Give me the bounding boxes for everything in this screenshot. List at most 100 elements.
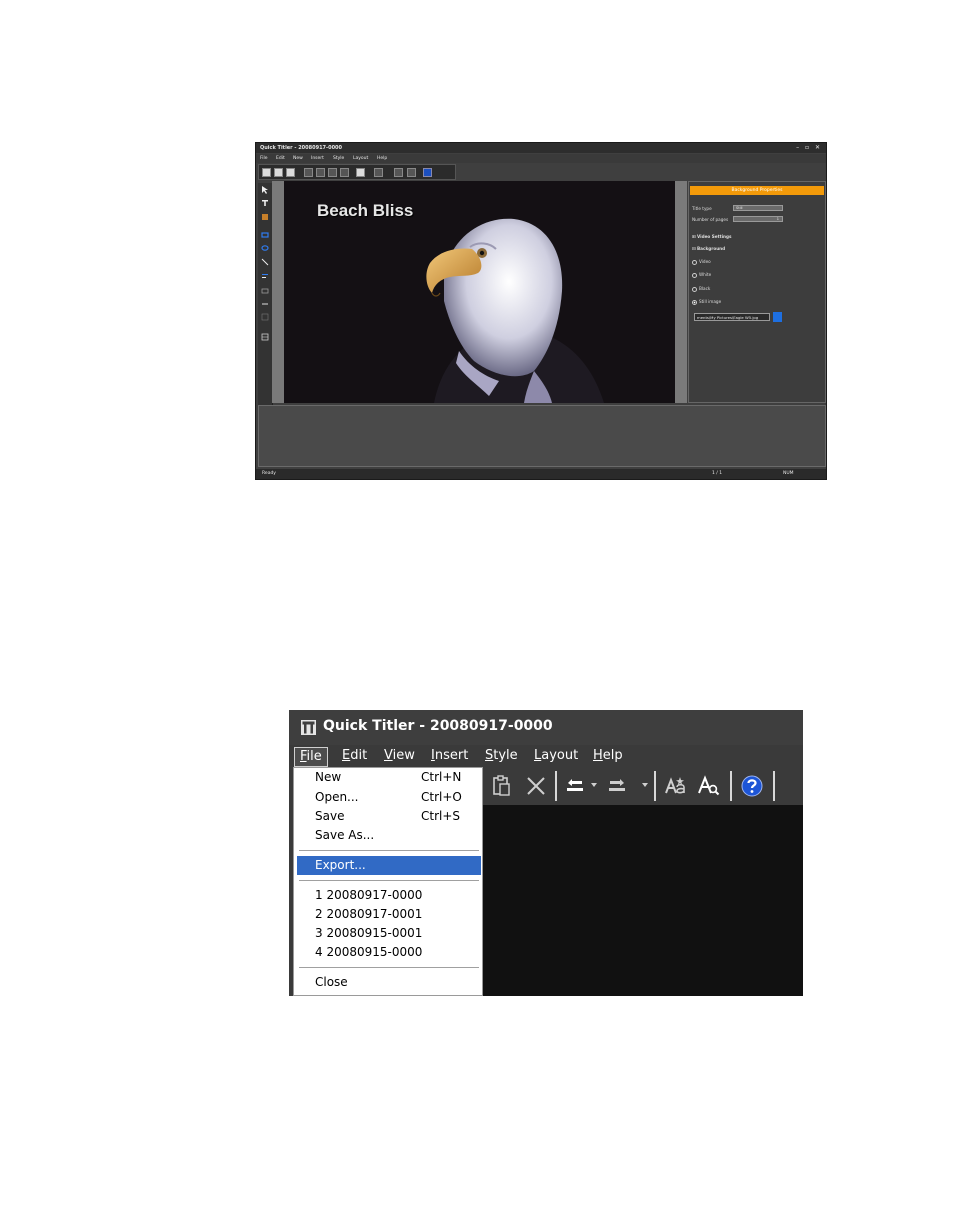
paste-icon[interactable] xyxy=(491,775,513,797)
radio-video[interactable]: Video xyxy=(692,259,711,265)
menu-item-export[interactable]: Export... xyxy=(297,856,481,875)
menu-item-recent-4[interactable]: 4 20080915-0000 xyxy=(297,943,481,962)
image-tool-icon[interactable] xyxy=(261,213,269,221)
find-text-icon[interactable] xyxy=(698,775,720,797)
copy-icon[interactable] xyxy=(316,168,325,177)
radio-white-icon xyxy=(692,272,697,278)
title-bar: Quick Titler - 20080917-0000 xyxy=(289,710,803,745)
radio-black-label: Black xyxy=(699,286,711,291)
title-canvas[interactable]: Beach Bliss xyxy=(284,181,675,403)
canvas-right-margin xyxy=(675,181,687,403)
menu-help-accel: H xyxy=(593,748,603,763)
radio-white-label: White xyxy=(699,272,712,277)
menu-item-open-shortcut: Ctrl+O xyxy=(421,790,462,804)
menu-help[interactable]: Help xyxy=(377,156,387,161)
video-settings-section[interactable]: ⊞ Video Settings xyxy=(692,234,732,239)
menu-new[interactable]: New xyxy=(293,156,303,161)
redo-icon[interactable] xyxy=(374,168,383,177)
transform-tool-icon[interactable] xyxy=(261,287,269,295)
menu-item-export-label: Export... xyxy=(315,858,366,872)
menu-view-accel: V xyxy=(384,748,393,763)
menu-item-save-shortcut: Ctrl+S xyxy=(421,809,461,823)
status-ready: Ready xyxy=(262,471,276,476)
menu-item-new[interactable]: New Ctrl+N xyxy=(297,768,481,787)
menu-file[interactable]: File xyxy=(294,747,328,767)
recent-file-label: 3 20080915-0001 xyxy=(315,926,423,940)
browse-button[interactable] xyxy=(773,312,782,322)
menu-edit-accel: E xyxy=(342,748,351,763)
text-style-icon[interactable] xyxy=(664,775,686,797)
help-icon[interactable] xyxy=(423,168,432,177)
grid-tool-icon[interactable] xyxy=(261,313,269,321)
menu-item-save-as[interactable]: Save As... xyxy=(297,826,481,845)
menu-insert[interactable]: Insert xyxy=(426,747,473,765)
timeline-panel xyxy=(258,405,826,467)
radio-white[interactable]: White xyxy=(692,272,711,278)
undo-dropdown-icon[interactable] xyxy=(591,783,597,787)
select-arrow-icon[interactable] xyxy=(261,186,269,194)
save-icon[interactable] xyxy=(286,168,295,177)
radio-black-icon xyxy=(692,286,697,292)
menu-item-recent-3[interactable]: 3 20080915-0001 xyxy=(297,924,481,943)
redo-icon[interactable] xyxy=(606,775,628,797)
menu-item-recent-2[interactable]: 2 20080917-0001 xyxy=(297,905,481,924)
open-file-icon[interactable] xyxy=(274,168,283,177)
menu-item-open-label: Open... xyxy=(315,790,359,804)
menu-item-save[interactable]: Save Ctrl+S xyxy=(297,807,481,826)
distribute-tool-icon[interactable] xyxy=(261,300,269,308)
line-tool-icon[interactable] xyxy=(261,258,269,266)
menu-insert[interactable]: Insert xyxy=(311,156,324,161)
rectangle-tool-icon[interactable] xyxy=(261,231,269,239)
menu-edit[interactable]: Edit xyxy=(276,156,285,161)
radio-still-image[interactable]: Still image xyxy=(692,299,721,305)
redo-dropdown-icon[interactable] xyxy=(642,783,648,787)
title-canvas[interactable] xyxy=(479,805,803,996)
image-path-field[interactable]: ments\My Pictures\Eagle W5.jpg xyxy=(694,313,770,321)
title-type-select[interactable]: Still xyxy=(733,205,783,211)
delete-icon[interactable] xyxy=(340,168,349,177)
pages-label: Number of pages xyxy=(692,217,729,222)
delete-icon[interactable] xyxy=(525,775,547,797)
menu-view[interactable]: View xyxy=(379,747,420,765)
menu-item-open[interactable]: Open... Ctrl+O xyxy=(297,788,481,807)
menu-edit-rest: dit xyxy=(350,748,368,763)
ellipse-tool-icon[interactable] xyxy=(261,244,269,252)
new-file-icon[interactable] xyxy=(262,168,271,177)
menu-style[interactable]: Style xyxy=(333,156,344,161)
menu-style[interactable]: Style xyxy=(480,747,523,765)
menu-item-save-label: Save xyxy=(315,809,345,823)
radio-black[interactable]: Black xyxy=(692,286,710,292)
canvas-left-margin xyxy=(272,181,284,403)
menu-help[interactable]: Help xyxy=(588,747,628,765)
table-tool-icon[interactable] xyxy=(261,333,269,341)
menu-item-close[interactable]: Close xyxy=(297,973,481,992)
paste-icon[interactable] xyxy=(328,168,337,177)
menu-item-recent-1[interactable]: 1 20080917-0000 xyxy=(297,886,481,905)
background-label: Background xyxy=(696,246,726,251)
menu-file[interactable]: File xyxy=(260,156,268,161)
menu-separator xyxy=(299,967,479,969)
menu-layout[interactable]: Layout xyxy=(353,156,368,161)
pages-stepper[interactable]: 1 xyxy=(733,216,783,222)
toolbar-separator xyxy=(730,771,732,801)
help-icon[interactable] xyxy=(741,775,763,797)
app-icon xyxy=(301,720,316,735)
title-type-value: Still xyxy=(736,206,743,210)
canvas-title-text[interactable]: Beach Bliss xyxy=(317,201,413,221)
undo-icon[interactable] xyxy=(356,168,365,177)
radio-video-icon xyxy=(692,259,697,265)
text-style-icon[interactable] xyxy=(394,168,403,177)
menu-item-new-label: New xyxy=(315,770,342,784)
cut-icon[interactable] xyxy=(304,168,313,177)
window-controls[interactable]: – ▫ ✕ xyxy=(796,144,822,151)
find-text-icon[interactable] xyxy=(407,168,416,177)
status-page: 1 / 1 xyxy=(712,471,723,476)
align-tool-icon[interactable] xyxy=(261,272,269,280)
menu-view-rest: iew xyxy=(392,748,415,763)
menu-edit[interactable]: Edit xyxy=(337,747,372,765)
menu-layout[interactable]: Layout xyxy=(529,747,583,765)
text-tool-icon[interactable] xyxy=(261,199,269,207)
menu-separator xyxy=(299,850,479,852)
undo-icon[interactable] xyxy=(564,775,586,797)
background-section[interactable]: ⊟ Background xyxy=(692,246,725,251)
